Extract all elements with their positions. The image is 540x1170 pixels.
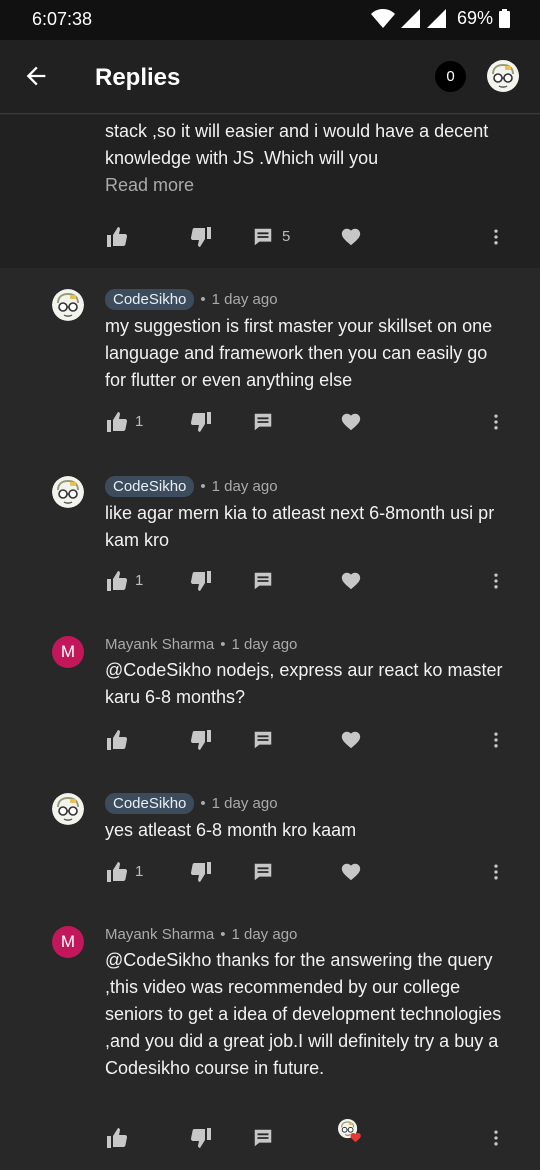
reply-text: like agar mern kia to atleast next 6-8mo… [105,503,495,550]
read-more-link[interactable]: Read more [105,172,505,199]
heart-icon[interactable] [340,410,362,434]
reply-icon[interactable] [252,410,274,434]
more-options-icon[interactable] [486,728,506,752]
reply-actions [0,728,540,752]
avatar[interactable]: M [52,636,84,668]
back-arrow-icon[interactable] [22,62,50,90]
reply-actions: 1 [0,410,540,434]
heart-icon[interactable] [340,728,362,752]
avatar[interactable] [52,793,84,825]
reply-meta: Mayank Sharma • 1 day ago [105,926,297,943]
dislike-icon[interactable] [189,569,213,593]
battery-percent: 69% [456,8,493,28]
parent-comment-body: stack ,so it will easier and i would hav… [105,121,489,168]
timestamp: 1 day ago [211,291,278,308]
like-icon[interactable] [105,225,129,249]
more-options-icon[interactable] [486,410,506,434]
reply-icon[interactable] [252,569,274,593]
notification-count-badge[interactable]: 0 [435,61,466,92]
reply-meta: CodeSikho • 1 day ago [105,476,278,497]
status-bar: 6:07:38 69% [0,0,540,40]
author-chip[interactable]: CodeSikho [105,793,195,814]
reply-icon[interactable] [252,225,274,249]
author-name[interactable]: Mayank Sharma [105,636,214,653]
like-icon[interactable] [105,1126,129,1150]
like-count: 1 [135,413,144,430]
author-name[interactable]: Mayank Sharma [105,926,214,943]
battery-icon [499,9,510,28]
reply-text: my suggestion is first master your skill… [105,316,493,390]
meta-separator: • [220,636,226,653]
reply-actions [0,1119,540,1150]
timestamp: 1 day ago [211,478,278,495]
more-options-icon[interactable] [486,860,506,884]
account-avatar[interactable] [487,60,519,92]
author-chip[interactable]: CodeSikho [105,289,195,310]
like-icon[interactable] [105,728,129,752]
dislike-icon[interactable] [189,225,213,249]
more-options-icon[interactable] [486,1126,506,1150]
reply-meta: CodeSikho • 1 day ago [105,793,278,814]
reply-meta: CodeSikho • 1 day ago [105,289,278,310]
page-title: Replies [95,64,181,91]
reply-text: @CodeSikho nodejs, express aur react ko … [105,660,503,707]
reply-actions: 1 [0,860,540,884]
like-icon[interactable] [105,410,129,434]
timestamp: 1 day ago [231,636,298,653]
reply-text: yes atleast 6-8 month kro kaam [105,820,357,840]
timestamp: 1 day ago [231,926,298,943]
like-icon[interactable] [105,569,129,593]
status-time: 6:07:38 [32,9,93,29]
like-count: 1 [135,863,144,880]
meta-separator: • [220,926,226,943]
reply-text: @CodeSikho thanks for the answering the … [105,950,502,1078]
more-options-icon[interactable] [486,225,506,249]
app-bar: Replies 0 [0,40,540,114]
avatar[interactable] [52,289,84,321]
reply-count: 5 [282,228,291,245]
meta-separator: • [200,291,206,308]
avatar[interactable]: M [52,926,84,958]
status-icons: 69% [370,8,510,29]
heart-icon[interactable] [340,569,362,593]
like-icon[interactable] [105,860,129,884]
signal-icon-2 [426,8,446,28]
heart-icon[interactable] [340,860,362,884]
dislike-icon[interactable] [189,410,213,434]
meta-separator: • [200,795,206,812]
heart-icon[interactable] [340,225,362,249]
signal-icon [400,8,420,28]
author-chip[interactable]: CodeSikho [105,476,195,497]
wifi-icon [370,8,395,28]
reply-icon[interactable] [252,728,274,752]
parent-actions: 5 [0,225,540,249]
more-options-icon[interactable] [486,569,506,593]
dislike-icon[interactable] [189,1126,213,1150]
dislike-icon[interactable] [189,728,213,752]
parent-comment-text: stack ,so it will easier and i would hav… [105,118,505,199]
dislike-icon[interactable] [189,860,213,884]
avatar[interactable] [52,476,84,508]
timestamp: 1 day ago [211,795,278,812]
meta-separator: • [200,478,206,495]
reply-actions: 1 [0,569,540,593]
like-count: 1 [135,572,144,589]
reply-icon[interactable] [252,1126,274,1150]
parent-comment: stack ,so it will easier and i would hav… [0,115,540,268]
reply-icon[interactable] [252,860,274,884]
creator-heart-icon [338,1119,361,1143]
reply-meta: Mayank Sharma • 1 day ago [105,636,297,653]
